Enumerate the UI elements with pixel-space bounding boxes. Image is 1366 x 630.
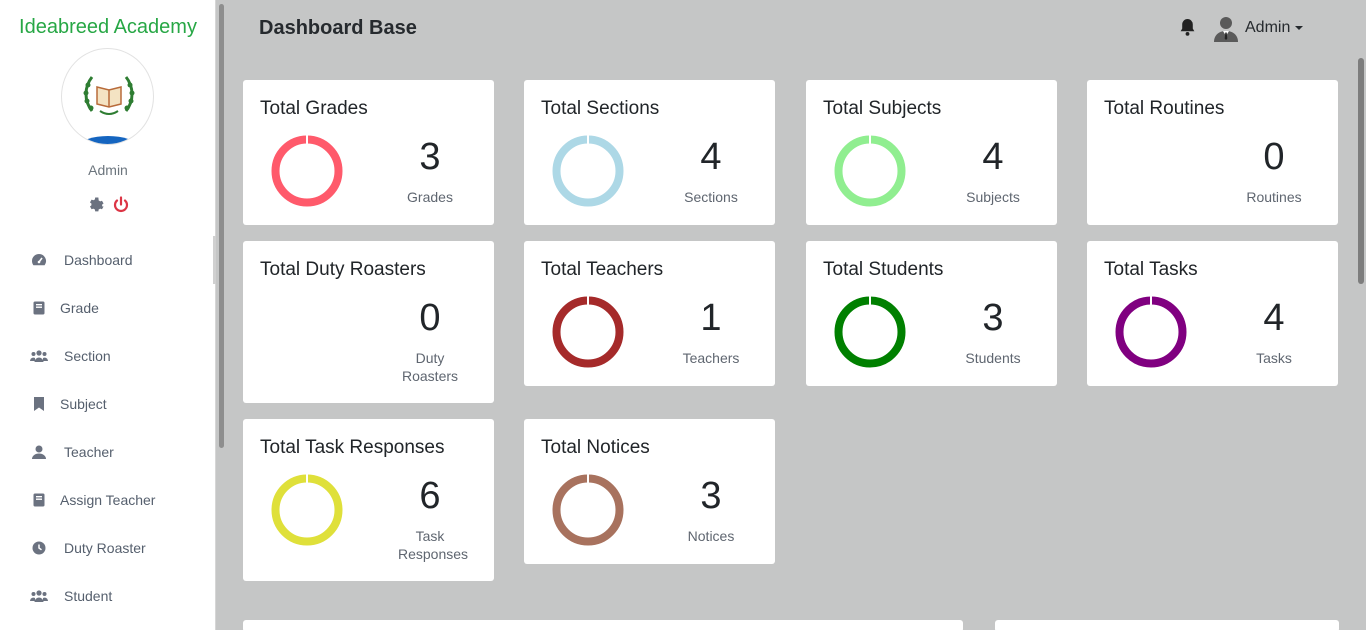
clock-icon xyxy=(30,539,48,557)
card-title: Total Duty Roasters xyxy=(260,259,426,280)
sidebar-item-section[interactable]: Section xyxy=(0,332,216,380)
card-count: 0 xyxy=(1263,136,1285,178)
card-unit: Routines xyxy=(1246,189,1302,205)
card-unit: Grades xyxy=(407,189,453,205)
page-scrollbar-thumb[interactable] xyxy=(1358,58,1364,284)
stat-card-routines: Total Routines 0 Routines xyxy=(1087,80,1338,225)
donut-ring xyxy=(271,134,343,207)
user-avatar[interactable] xyxy=(1212,14,1240,47)
stat-card-duty-roasters: Total Duty Roasters 0 Duty Roasters xyxy=(243,241,494,403)
sidebar-scrollbar-thumb[interactable] xyxy=(219,4,224,448)
admin-name: Admin xyxy=(88,162,128,178)
card-unit: Duty Roasters xyxy=(402,350,459,384)
card-title: Total Grades xyxy=(260,98,368,119)
settings-gear-icon[interactable] xyxy=(87,197,104,219)
donut-ring xyxy=(552,134,624,207)
stat-card-task-responses: Total Task Responses 6 Task Responses xyxy=(243,419,494,581)
sidebar-item-label: Subject xyxy=(60,396,107,412)
dashboard-icon xyxy=(30,251,48,269)
panel-bottom-right xyxy=(995,620,1339,630)
stat-card-teachers: Total Teachers 1 Teachers xyxy=(524,241,775,386)
donut-ring xyxy=(552,473,624,546)
card-count: 6 xyxy=(419,475,441,517)
stat-card-sections: Total Sections 4 Sections xyxy=(524,80,775,225)
sidebar-item-grade[interactable]: Grade xyxy=(0,284,216,332)
bookmark-icon xyxy=(30,395,48,413)
card-title: Total Students xyxy=(823,259,944,280)
card-count: 4 xyxy=(982,136,1004,178)
card-title: Total Subjects xyxy=(823,98,942,119)
sidebar-item-duty-roaster[interactable]: Duty Roaster xyxy=(0,524,216,572)
sidebar-nav: Dashboard Grade Section Subject Teacher … xyxy=(0,236,216,620)
card-unit: Teachers xyxy=(682,350,740,366)
page-title: Dashboard Base xyxy=(259,17,417,39)
stat-card-grades: Total Grades 3 Grades xyxy=(243,80,494,225)
sidebar-item-label: Grade xyxy=(60,300,99,316)
card-title: Total Sections xyxy=(541,98,660,119)
donut-ring xyxy=(271,473,343,546)
card-unit: Subjects xyxy=(966,189,1020,205)
stat-card-subjects: Total Subjects 4 Subjects xyxy=(806,80,1057,225)
stat-card-notices: Total Notices 3 Notices xyxy=(524,419,775,564)
admin-actions xyxy=(87,196,130,219)
user-menu-label[interactable]: Admin xyxy=(1245,19,1290,37)
sidebar-item-dashboard[interactable]: Dashboard xyxy=(0,236,216,284)
card-unit: Students xyxy=(965,350,1021,366)
card-count: 4 xyxy=(1263,297,1285,339)
donut-ring xyxy=(1115,295,1187,368)
panel-bottom-left xyxy=(243,620,963,630)
donut-ring xyxy=(834,295,906,368)
brand-title[interactable]: Ideabreed Academy xyxy=(0,16,216,39)
card-unit: Notices xyxy=(687,528,735,544)
sidebar-scrollbar[interactable] xyxy=(217,0,227,630)
card-count: 0 xyxy=(419,297,441,339)
sidebar-item-label: Dashboard xyxy=(64,252,133,268)
sidebar: Ideabreed Academy Admin Dashboard Grade xyxy=(0,0,216,630)
card-unit: Tasks xyxy=(1256,350,1292,366)
users-icon xyxy=(30,347,48,365)
sidebar-item-student[interactable]: Student xyxy=(0,572,216,620)
sidebar-item-assign-teacher[interactable]: Assign Teacher xyxy=(0,476,216,524)
sidebar-item-subject[interactable]: Subject xyxy=(0,380,216,428)
card-count: 3 xyxy=(982,297,1004,339)
sidebar-item-label: Assign Teacher xyxy=(60,492,156,508)
book-icon xyxy=(30,299,48,317)
users-icon xyxy=(30,587,48,605)
donut-ring xyxy=(834,134,906,207)
stat-card-tasks: Total Tasks 4 Tasks xyxy=(1087,241,1338,386)
card-count: 3 xyxy=(419,136,441,178)
card-count: 1 xyxy=(700,297,722,339)
logout-power-icon[interactable] xyxy=(112,196,130,219)
laurel-book-logo-icon xyxy=(83,76,135,115)
card-title: Total Task Responses xyxy=(260,437,445,458)
sidebar-item-teacher[interactable]: Teacher xyxy=(0,428,216,476)
card-unit: Sections xyxy=(684,189,738,205)
card-title: Total Teachers xyxy=(541,259,664,280)
card-title: Total Notices xyxy=(541,437,650,458)
card-count: 4 xyxy=(700,136,722,178)
book-icon xyxy=(30,491,48,509)
school-logo xyxy=(61,48,154,145)
card-title: Total Tasks xyxy=(1104,259,1198,280)
stat-card-students: Total Students 3 Students xyxy=(806,241,1057,386)
bell-icon[interactable] xyxy=(1179,18,1196,41)
card-unit: Task Responses xyxy=(398,528,469,562)
card-title: Total Routines xyxy=(1104,98,1225,119)
donut-ring xyxy=(552,295,624,368)
sidebar-item-label: Section xyxy=(64,348,111,364)
card-count: 3 xyxy=(700,475,722,517)
chevron-down-icon[interactable] xyxy=(1295,26,1303,30)
sidebar-item-label: Duty Roaster xyxy=(64,540,146,556)
user-icon xyxy=(30,443,48,461)
sidebar-item-label: Teacher xyxy=(64,444,114,460)
sidebar-item-label: Student xyxy=(64,588,113,604)
